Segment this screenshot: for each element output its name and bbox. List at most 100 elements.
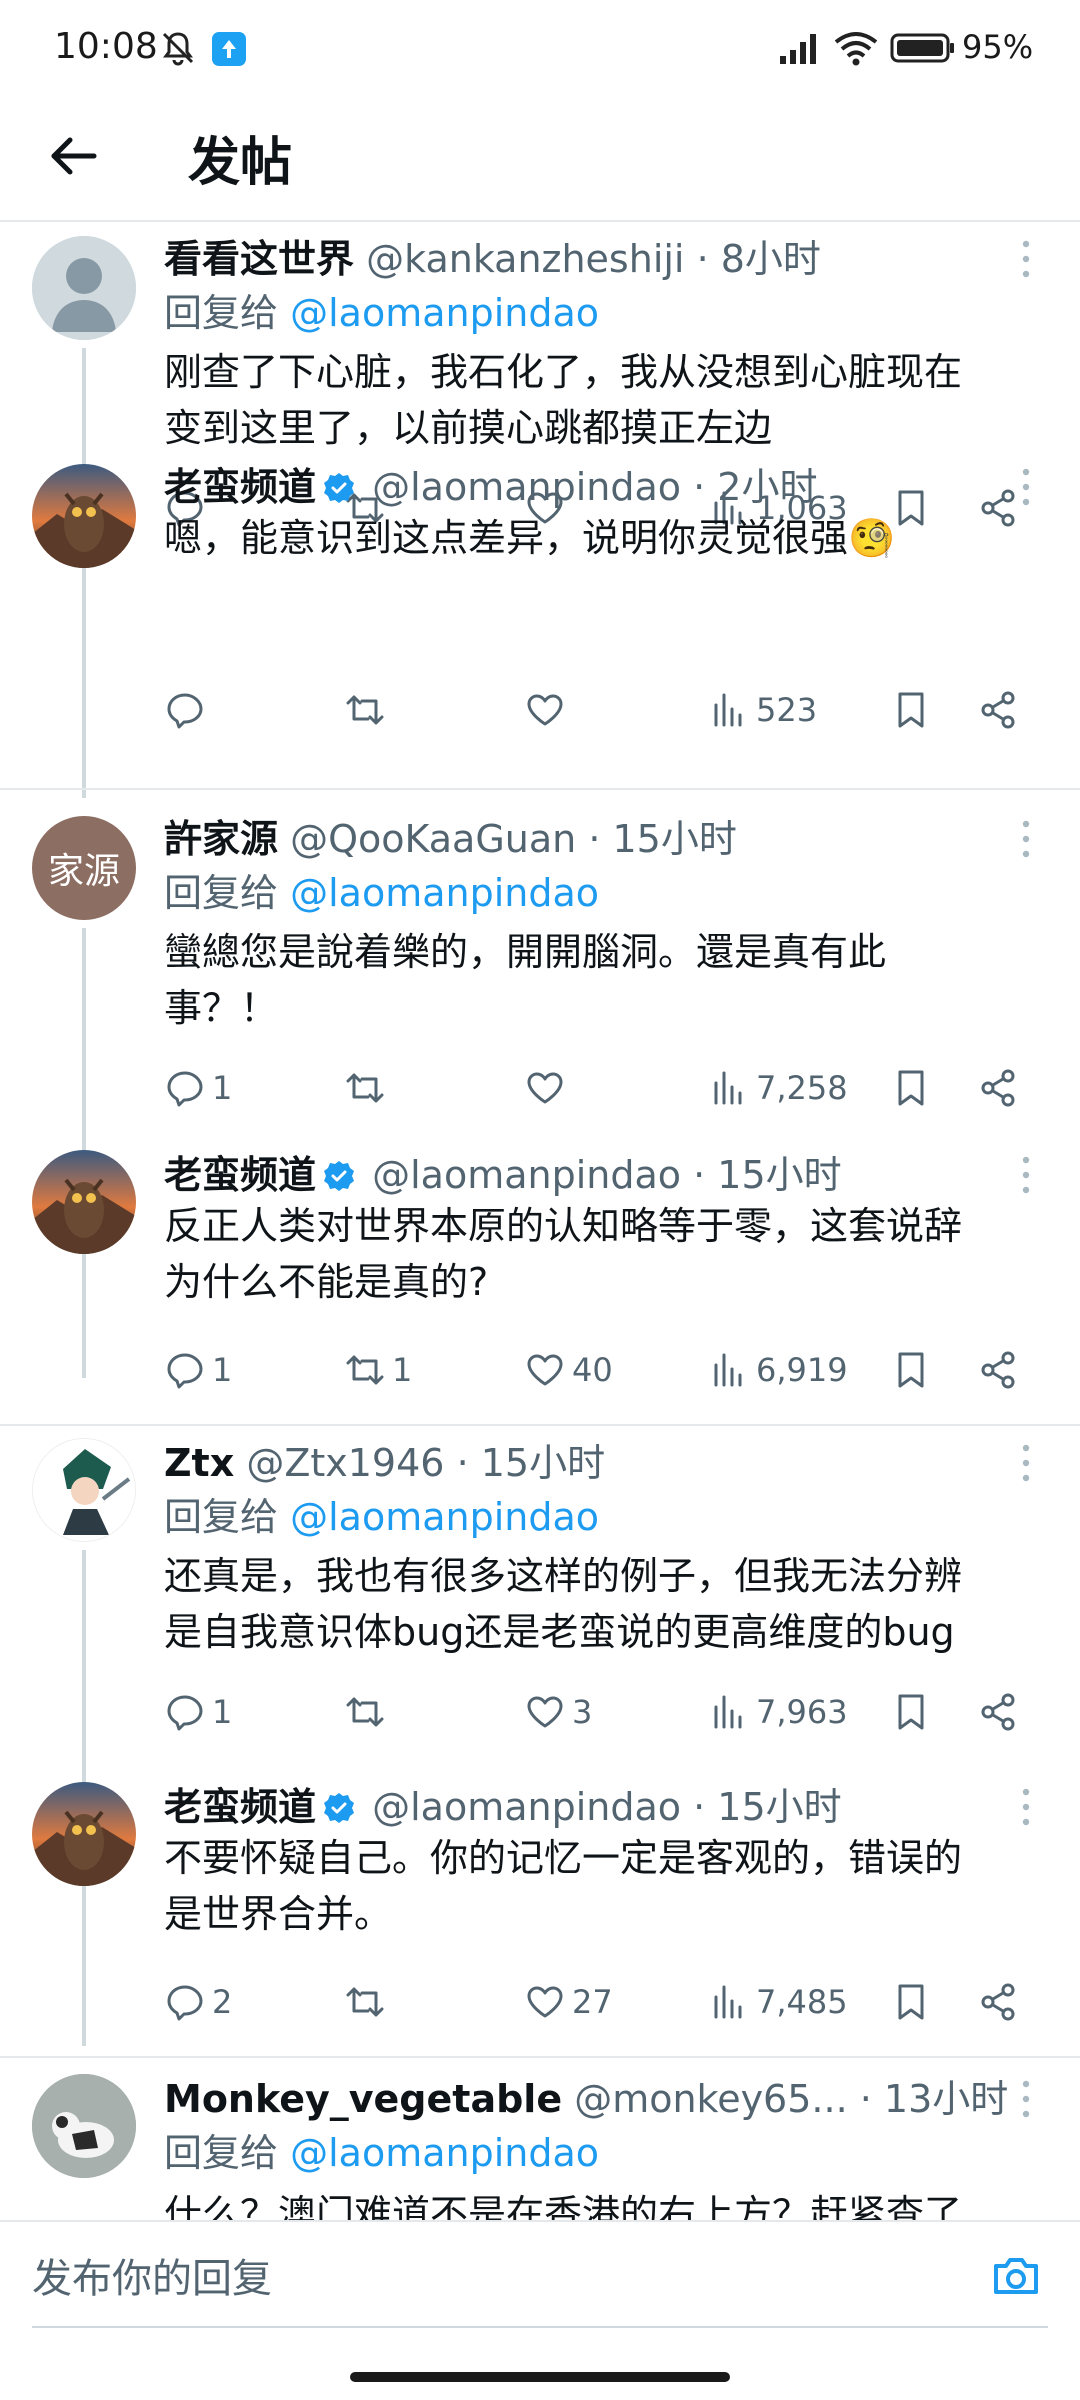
user-handle[interactable]: @laomanpindao: [372, 465, 681, 509]
bookmark-button[interactable]: [890, 1340, 932, 1400]
display-name[interactable]: 老蛮频道: [164, 1153, 316, 1197]
more-options-icon[interactable]: [1016, 464, 1036, 510]
tweet-text: 反正人类对世界本原的认知略等于零，这套说辞 为什么不能是真的?: [164, 1204, 963, 1304]
avatar[interactable]: [32, 236, 136, 340]
more-options-icon[interactable]: [1016, 1784, 1036, 1830]
heart-icon: [527, 694, 563, 726]
tweet-actions: 1 3 7,963: [164, 1682, 1044, 1742]
retweet-button[interactable]: [344, 1682, 392, 1742]
user-handle[interactable]: @QooKaaGuan: [290, 817, 576, 861]
bookmark-icon: [898, 1984, 924, 2020]
bookmark-icon: [898, 692, 924, 728]
display-name[interactable]: Monkey_vegetable: [164, 2077, 562, 2121]
bookmark-button[interactable]: [890, 680, 932, 740]
owl-warrior-avatar-icon: [32, 1178, 136, 1254]
reply-count: 1: [212, 1693, 233, 1731]
bookmark-button[interactable]: [890, 1058, 932, 1118]
thread-divider: [0, 1424, 1080, 1426]
views-button[interactable]: 7,258: [708, 1058, 848, 1118]
like-count: 3: [572, 1693, 593, 1731]
verified-badge-icon: [324, 473, 355, 503]
tweet-header: 老蛮频道 @laomanpindao · 2小时: [164, 460, 1020, 514]
views-button[interactable]: 7,485: [708, 1972, 848, 2032]
views-button[interactable]: 6,919: [708, 1340, 848, 1400]
display-name[interactable]: Ztx: [164, 1441, 234, 1485]
like-button[interactable]: [524, 1058, 572, 1118]
reply-icon: [167, 1985, 203, 2021]
like-button[interactable]: 40: [524, 1340, 613, 1400]
avatar[interactable]: [32, 1150, 136, 1254]
more-options-icon[interactable]: [1016, 236, 1036, 282]
reply-handle-link[interactable]: @laomanpindao: [290, 291, 599, 335]
share-button[interactable]: [978, 1682, 1020, 1742]
user-handle[interactable]: @monkey65...: [574, 2077, 847, 2121]
share-icon: [981, 691, 1015, 729]
views-button[interactable]: 523: [708, 680, 817, 740]
notification-app-icon: [212, 32, 246, 66]
more-options-icon[interactable]: [1016, 1152, 1036, 1198]
display-name[interactable]: 老蛮频道: [164, 465, 316, 509]
wifi-icon: [834, 32, 878, 66]
bookmark-button[interactable]: [890, 1972, 932, 2032]
reply-input[interactable]: 发布你的回复: [32, 2248, 932, 2310]
user-handle[interactable]: @laomanpindao: [372, 1785, 681, 1829]
like-button[interactable]: 3: [524, 1682, 592, 1742]
reply-button[interactable]: 1: [164, 1340, 232, 1400]
retweet-button[interactable]: [344, 1058, 392, 1118]
tweet-text: 刚查了下心脏，我石化了，我从没想到心脏现在 变到这里了，以前摸心跳都摸正左边: [164, 350, 963, 450]
more-options-icon[interactable]: [1016, 816, 1036, 862]
user-handle[interactable]: @laomanpindao: [372, 1153, 681, 1197]
more-options-icon[interactable]: [1016, 2076, 1036, 2122]
views-chart-icon: [714, 1695, 742, 1729]
retweet-button[interactable]: 1: [344, 1340, 412, 1400]
views-button[interactable]: 7,963: [708, 1682, 848, 1742]
avatar[interactable]: [32, 1782, 136, 1886]
like-button[interactable]: [524, 680, 572, 740]
reply-button[interactable]: 1: [164, 1682, 232, 1742]
avatar[interactable]: [32, 2074, 136, 2178]
display-name[interactable]: 看看这世界: [164, 237, 354, 281]
display-name[interactable]: 老蛮频道: [164, 1785, 316, 1829]
tweet-header: 許家源 @QooKaaGuan · 15小时: [164, 812, 1020, 866]
back-arrow-icon[interactable]: [44, 126, 104, 186]
reply-thread-feed[interactable]: 看看这世界 @kankanzheshiji · 8小时 回复给 @laomanp…: [0, 222, 1080, 2220]
user-handle[interactable]: @Ztx1946: [246, 1441, 444, 1485]
tweet-text: 嗯，能意识到这点差异，说明你灵觉很强🧐: [164, 516, 896, 560]
tweet-header: Ztx @Ztx1946 · 15小时: [164, 1436, 1020, 1490]
more-options-icon[interactable]: [1016, 1440, 1036, 1486]
view-count: 7,485: [756, 1983, 848, 2021]
view-count: 6,919: [756, 1351, 848, 1389]
retweet-button[interactable]: [344, 1972, 392, 2032]
reply-button[interactable]: 1: [164, 1058, 232, 1118]
view-count: 7,963: [756, 1693, 848, 1731]
share-button[interactable]: [978, 1972, 1020, 2032]
like-button[interactable]: 27: [524, 1972, 613, 2032]
reply-button[interactable]: [164, 680, 212, 740]
avatar[interactable]: [32, 464, 136, 568]
reply-handle-link[interactable]: @laomanpindao: [290, 871, 599, 915]
reply-handle-link[interactable]: @laomanpindao: [290, 1495, 599, 1539]
avatar[interactable]: 家源: [32, 816, 136, 920]
replying-to: 回复给 @laomanpindao: [164, 1490, 599, 1544]
reply-handle-link[interactable]: @laomanpindao: [290, 2131, 599, 2175]
views-chart-icon: [714, 1071, 742, 1105]
tweet-header: Monkey_vegetable @monkey65... · 13小时: [164, 2072, 1020, 2126]
views-chart-icon: [714, 1353, 742, 1387]
owl-warrior-avatar-icon: [32, 492, 136, 568]
heart-icon: [527, 1072, 563, 1104]
share-button[interactable]: [978, 1058, 1020, 1118]
retweet-button[interactable]: [344, 680, 392, 740]
share-button[interactable]: [978, 1340, 1020, 1400]
avatar[interactable]: [32, 1438, 136, 1542]
reply-icon: [167, 1353, 203, 1389]
tweet-text: 什么？澳门难道不是在香港的右上方？赶紧查了: [164, 2192, 963, 2220]
home-indicator[interactable]: [350, 2372, 730, 2382]
bookmark-button[interactable]: [890, 1682, 932, 1742]
user-handle[interactable]: @kankanzheshiji: [366, 237, 684, 281]
share-button[interactable]: [978, 680, 1020, 740]
camera-icon[interactable]: [988, 2248, 1044, 2304]
retweet-icon: [346, 1073, 384, 1103]
display-name[interactable]: 許家源: [164, 817, 278, 861]
reply-button[interactable]: 2: [164, 1972, 232, 2032]
views-chart-icon: [714, 693, 742, 727]
